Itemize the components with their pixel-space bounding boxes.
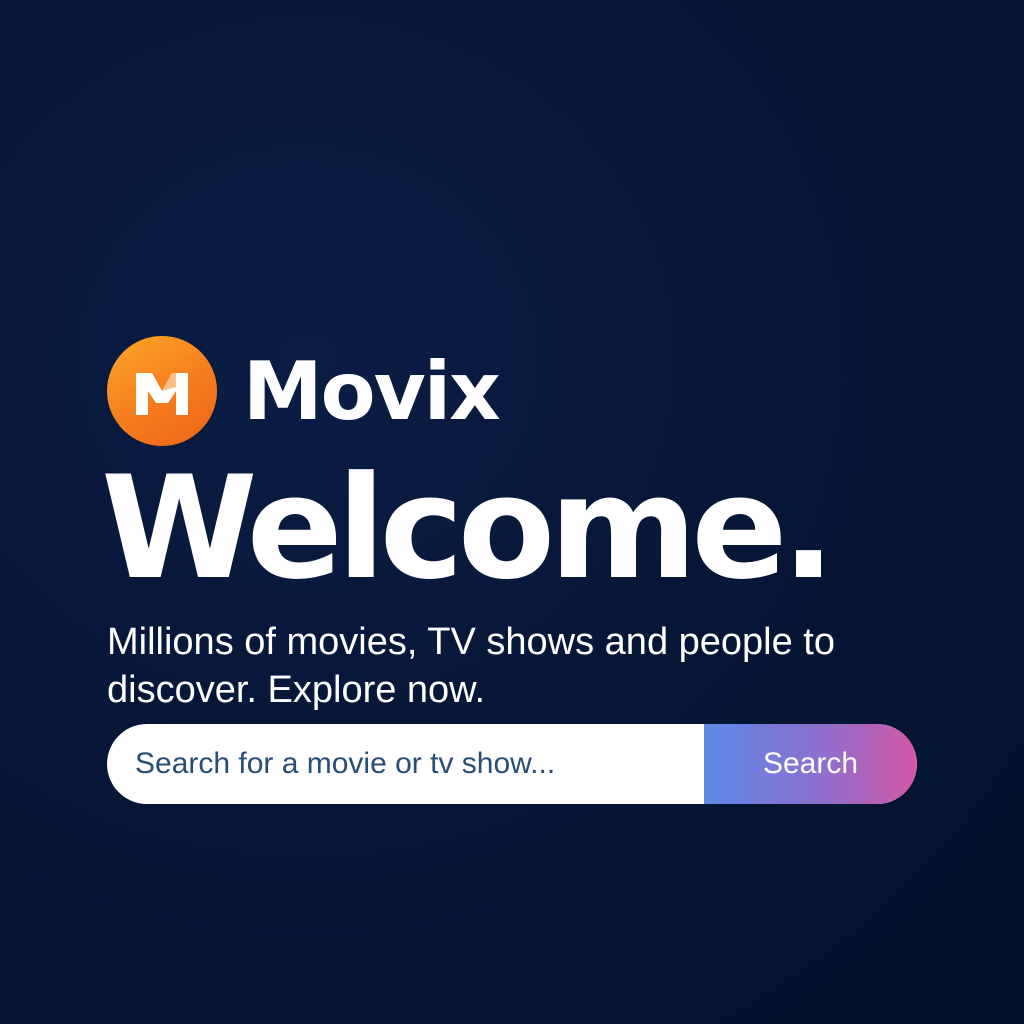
search-button[interactable]: Search [704,724,917,804]
search-input[interactable] [107,724,704,804]
page-title: Welcome. [101,446,836,611]
brand-name: Movix [243,345,501,438]
tagline: Millions of movies, TV shows and people … [107,621,835,711]
brand[interactable]: Movix [107,336,927,446]
movix-logo-icon [107,336,217,446]
hero-section: Movix Welcome. Millions of movies, TV sh… [101,336,927,714]
search-bar: Search [107,724,917,804]
